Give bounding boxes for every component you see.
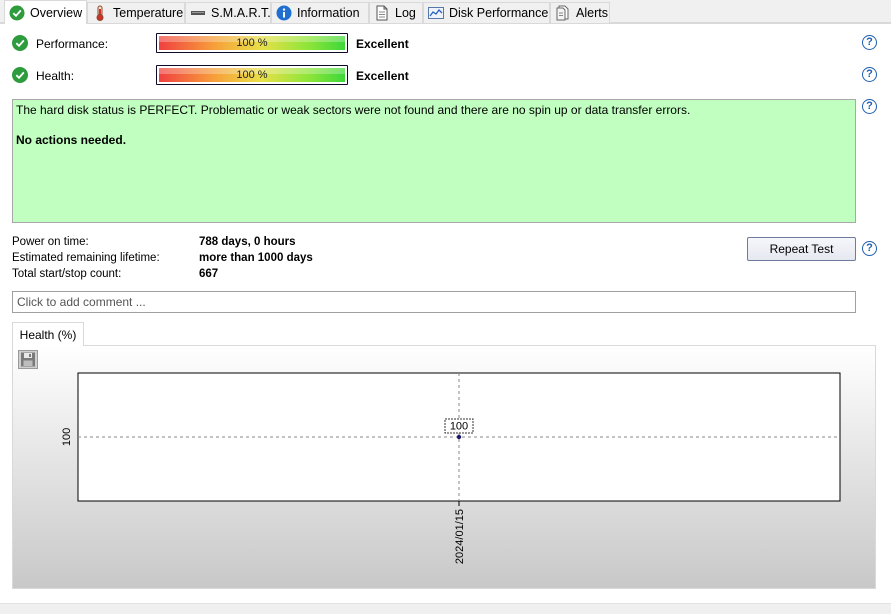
performance-rating: Excellent — [356, 37, 409, 51]
tab-disk-performance[interactable]: Disk Performance — [423, 2, 550, 23]
repeat-test-button[interactable]: Repeat Test — [747, 237, 856, 261]
health-chart-panel: 100 2024/01/15 100 — [12, 345, 876, 589]
tab-health-chart[interactable]: Health (%) — [12, 322, 84, 346]
health-bar-text: 100 % — [236, 69, 268, 81]
tab-label: Disk Performance — [449, 6, 549, 20]
tab-label: Log — [395, 6, 416, 20]
performance-bar: 100 % — [156, 33, 348, 53]
performance-label: Performance: — [36, 37, 109, 51]
performance-bar-text: 100 % — [236, 37, 268, 49]
tab-strip: Overview Temperature S.M.A.R.T. Informat… — [0, 0, 891, 24]
info-icon — [276, 5, 292, 21]
overview-panel: Performance: 100 % Excellent ? Health: 1… — [0, 23, 891, 603]
tab-label: Alerts — [576, 6, 608, 20]
health-help-icon[interactable]: ? — [862, 67, 877, 82]
tab-label: S.M.A.R.T. — [211, 6, 271, 20]
health-bar: 100 % — [156, 65, 348, 85]
tab-label: Overview — [30, 5, 83, 20]
tab-overview[interactable]: Overview — [4, 0, 87, 24]
performance-chart-icon — [428, 5, 444, 21]
startstop-label: Total start/stop count: — [12, 268, 122, 280]
data-point — [456, 434, 462, 440]
health-chart: 100 2024/01/15 100 — [61, 372, 841, 564]
tab-log[interactable]: Log — [369, 2, 423, 23]
performance-bar-fill: 100 % — [159, 36, 345, 50]
health-bar-fill: 100 % — [159, 68, 345, 82]
tab-label: Temperature — [113, 6, 184, 20]
tab-alerts[interactable]: Alerts — [550, 2, 610, 23]
startstop-value: 667 — [199, 268, 219, 280]
status-help-icon[interactable]: ? — [862, 99, 877, 114]
comment-input[interactable] — [12, 291, 856, 313]
performance-help-icon[interactable]: ? — [862, 35, 877, 50]
status-action: No actions needed. — [16, 133, 127, 147]
status-message-box: The hard disk status is PERFECT. Problem… — [12, 99, 856, 223]
status-message: The hard disk status is PERFECT. Problem… — [16, 103, 691, 117]
tab-temperature[interactable]: Temperature — [87, 2, 185, 23]
data-label: 100 — [450, 421, 468, 433]
status-strip — [0, 603, 891, 614]
document-icon — [374, 5, 390, 21]
y-tick-label: 100 — [61, 428, 73, 446]
health-label: Health: — [36, 69, 75, 83]
lifetime-value: more than 1000 days — [199, 252, 313, 264]
thermometer-icon — [92, 5, 108, 21]
performance-ok-icon — [12, 35, 28, 51]
tab-smart[interactable]: S.M.A.R.T. — [185, 2, 271, 23]
x-tick-label: 2024/01/15 — [454, 509, 466, 564]
power-on-value: 788 days, 0 hours — [199, 236, 296, 248]
lifetime-label: Estimated remaining lifetime: — [12, 252, 160, 264]
tab-information[interactable]: Information — [271, 2, 369, 23]
tab-label: Information — [297, 6, 360, 20]
health-rating: Excellent — [356, 69, 409, 83]
repeat-test-help-icon[interactable]: ? — [862, 241, 877, 256]
smart-drive-icon — [190, 5, 206, 21]
power-on-label: Power on time: — [12, 236, 89, 248]
check-circle-icon — [9, 5, 25, 21]
health-ok-icon — [12, 67, 28, 83]
alerts-document-icon — [555, 5, 571, 21]
